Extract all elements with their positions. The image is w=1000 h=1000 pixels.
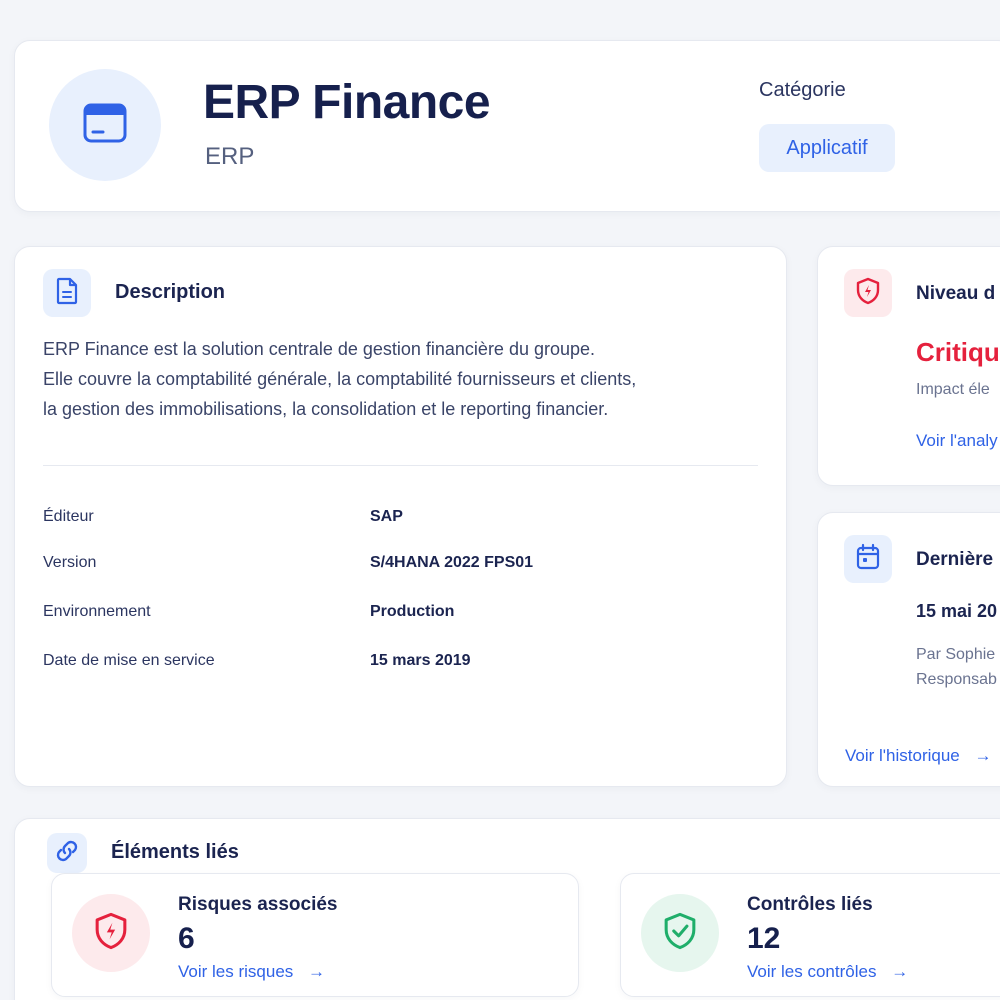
page: ERP Finance ERP Catégorie Applicatif Des… <box>0 0 1000 1000</box>
controls-tile[interactable]: Contrôles liés 12 Voir les contrôles → <box>620 873 1000 997</box>
history-link-label: Voir l'historique <box>845 746 960 765</box>
criticality-card: Niveau d Critique Impact éle Voir l'anal… <box>817 246 1000 486</box>
description-line-3: la gestion des immobilisations, la conso… <box>43 399 609 419</box>
category-badge[interactable]: Applicatif <box>759 124 895 172</box>
last-update-card: Dernière 15 mai 20 Par Sophie Responsab … <box>817 512 1000 787</box>
app-icon-badge <box>49 69 161 181</box>
controls-icon-badge <box>641 894 719 972</box>
risks-title: Risques associés <box>178 894 338 915</box>
arrow-right-icon: → <box>891 962 909 981</box>
calendar-icon-badge <box>844 535 892 583</box>
controls-link-label: Voir les contrôles <box>747 962 877 981</box>
page-title: ERP Finance <box>203 76 491 129</box>
detail-value-version: S/4HANA 2022 FPS01 <box>370 554 534 571</box>
detail-value-service-date: 15 mars 2019 <box>370 652 471 669</box>
description-divider <box>43 465 758 466</box>
last-update-date: 15 mai 20 <box>916 601 998 621</box>
history-link[interactable]: Voir l'historique → <box>845 746 991 766</box>
shield-alert-icon <box>855 277 881 310</box>
criticality-title: Niveau d <box>916 283 996 304</box>
risks-tile[interactable]: Risques associés 6 Voir les risques → <box>51 873 579 997</box>
detail-label-environment: Environnement <box>43 603 151 620</box>
risks-link[interactable]: Voir les risques → <box>178 962 325 982</box>
last-update-author: Par Sophie <box>916 646 996 663</box>
detail-value-editor: SAP <box>370 508 403 525</box>
detail-value-environment: Production <box>370 603 455 620</box>
criticality-analysis-link[interactable]: Voir l'analy <box>916 431 998 451</box>
linked-elements-title: Éléments liés <box>111 841 239 863</box>
description-line-1: ERP Finance est la solution centrale de … <box>43 339 596 359</box>
shield-alert-icon <box>93 911 129 956</box>
header-card: ERP Finance ERP Catégorie Applicatif <box>14 40 1000 212</box>
arrow-right-icon: → <box>308 962 326 981</box>
risks-icon-badge <box>72 894 150 972</box>
criticality-icon-badge <box>844 269 892 317</box>
link-icon <box>54 838 80 869</box>
description-card: Description ERP Finance est la solution … <box>14 246 787 787</box>
shield-check-icon <box>662 911 698 956</box>
detail-label-editor: Éditeur <box>43 508 94 525</box>
linked-elements-card: Éléments liés Risques associés 6 Voir le… <box>14 818 1000 1000</box>
browser-window-icon <box>81 99 129 152</box>
document-icon <box>55 277 79 310</box>
arrow-right-icon: → <box>974 746 992 765</box>
description-icon-badge <box>43 269 91 317</box>
controls-title: Contrôles liés <box>747 894 873 915</box>
criticality-level: Critique <box>916 337 1000 367</box>
description-title: Description <box>115 281 226 303</box>
calendar-icon <box>855 543 881 576</box>
criticality-impact: Impact éle <box>916 381 990 398</box>
detail-label-service-date: Date de mise en service <box>43 652 215 669</box>
last-update-title: Dernière <box>916 549 994 570</box>
controls-count: 12 <box>747 922 781 955</box>
last-update-author-role: Responsab <box>916 671 997 688</box>
description-line-2: Elle couvre la comptabilité générale, la… <box>43 369 637 389</box>
controls-link[interactable]: Voir les contrôles → <box>747 962 908 982</box>
risks-count: 6 <box>178 922 195 955</box>
risks-link-label: Voir les risques <box>178 962 294 981</box>
category-label: Catégorie <box>759 79 846 101</box>
page-subtitle: ERP <box>205 143 255 170</box>
detail-label-version: Version <box>43 554 97 571</box>
link-icon-badge <box>47 833 87 873</box>
